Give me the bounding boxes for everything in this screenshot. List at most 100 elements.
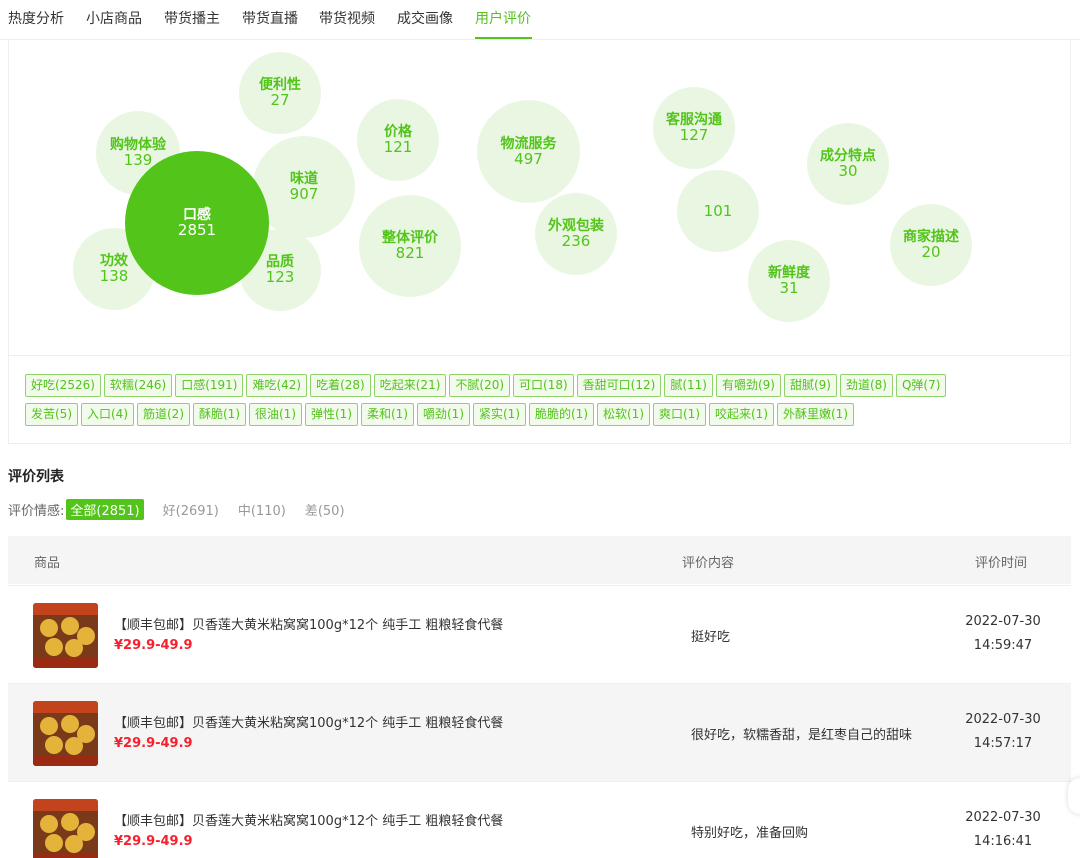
- keyword-tag[interactable]: 入口(4): [81, 403, 134, 426]
- keyword-tag[interactable]: 不腻(20): [449, 374, 511, 397]
- tab-user-reviews[interactable]: 用户评价: [475, 8, 531, 28]
- keyword-tag[interactable]: 香甜可口(12): [576, 374, 662, 397]
- sentiment-option-good[interactable]: 好(2691): [163, 500, 219, 519]
- bubble-value: 20: [921, 243, 941, 261]
- table-row[interactable]: 【顺丰包邮】贝香莲大黄米粘窝窝100g*12个 纯手工 粗粮轻食代餐 ¥29.9…: [8, 683, 1071, 781]
- column-header-time: 评价时间: [975, 556, 1028, 571]
- review-clock: 14:16:41: [973, 834, 1033, 849]
- bubble-value: 821: [395, 244, 425, 262]
- review-comment: 挺好吃: [691, 630, 731, 645]
- tab-live[interactable]: 带货直播: [242, 8, 298, 28]
- tab-heat-analysis[interactable]: 热度分析: [8, 8, 64, 28]
- bubble-value: 30: [838, 162, 858, 180]
- bubble-value: 497: [514, 149, 543, 168]
- keyword-bubble[interactable]: 整体评价 821: [359, 195, 461, 297]
- keyword-tag[interactable]: 口感(191): [175, 374, 244, 397]
- review-time: 2022-07-30 14:57:17: [958, 708, 1048, 756]
- review-keyword-panel: 便利性 27 购物体验 139 价格 121 物流服务 497 客服沟通 127 成分特点…: [8, 40, 1071, 444]
- review-date: 2022-07-30: [965, 810, 1041, 825]
- keyword-tag[interactable]: Q弹(7): [895, 374, 947, 397]
- review-comment: 很好吃，软糯香甜，是红枣自己的甜味: [691, 728, 913, 743]
- review-time: 2022-07-30 14:16:41: [958, 806, 1048, 854]
- tab-bar: 热度分析 小店商品 带货播主 带货直播 带货视频 成交画像 用户评价: [0, 0, 1080, 40]
- bubble-value: 2851: [177, 221, 217, 239]
- keyword-bubble[interactable]: 新鲜度 31: [748, 240, 830, 322]
- bubble-value: 123: [265, 268, 295, 286]
- keyword-tag[interactable]: 酥脆(1): [193, 403, 246, 426]
- review-comment: 特别好吃，准备回购: [691, 826, 809, 841]
- keyword-tag[interactable]: 脆脆的(1): [529, 403, 594, 426]
- review-clock: 14:59:47: [973, 638, 1033, 653]
- tab-anchors[interactable]: 带货播主: [164, 8, 220, 28]
- bubble-value: 27: [270, 91, 290, 109]
- keyword-tag[interactable]: 很油(1): [249, 403, 302, 426]
- keyword-tag[interactable]: 紧实(1): [473, 403, 526, 426]
- keyword-bubble[interactable]: 客服沟通 127: [653, 87, 735, 169]
- keyword-tag[interactable]: 弹性(1): [305, 403, 358, 426]
- product-thumbnail: [33, 701, 98, 766]
- keyword-tag[interactable]: 可口(18): [513, 374, 574, 397]
- keyword-tag-list: 好吃(2526) 软糯(246) 口感(191) 难吃(42) 吃着(28) 吃起来(21…: [25, 374, 1055, 432]
- bubble-value: 101: [703, 201, 733, 220]
- product-price: ¥29.9-49.9: [114, 834, 193, 849]
- review-date: 2022-07-30: [965, 712, 1041, 727]
- bubble-value: 236: [561, 232, 591, 250]
- column-header-product: 商品: [34, 556, 61, 571]
- keyword-tag[interactable]: 咬起来(1): [709, 403, 774, 426]
- active-tab-indicator: [475, 37, 532, 39]
- keyword-tag[interactable]: 劲道(8): [839, 374, 893, 397]
- keyword-tag[interactable]: 外酥里嫩(1): [777, 403, 854, 426]
- sentiment-option-all[interactable]: 全部(2851): [66, 499, 144, 520]
- keyword-tag[interactable]: 难吃(42): [246, 374, 308, 397]
- product-name[interactable]: 【顺丰包邮】贝香莲大黄米粘窝窝100g*12个 纯手工 粗粮轻食代餐: [114, 712, 503, 731]
- review-time: 2022-07-30 14:59:47: [958, 610, 1048, 658]
- keyword-bubble-primary[interactable]: 口感 2851: [125, 151, 269, 295]
- keyword-bubble[interactable]: 价格 121: [357, 99, 439, 181]
- table-row[interactable]: 【顺丰包邮】贝香莲大黄米粘窝窝100g*12个 纯手工 粗粮轻食代餐 ¥29.9…: [8, 781, 1071, 858]
- keyword-tag[interactable]: 吃起来(21): [373, 374, 447, 397]
- review-table-header: 商品 评价内容 评价时间: [8, 536, 1071, 584]
- product-price: ¥29.9-49.9: [114, 736, 193, 751]
- keyword-tag[interactable]: 软糯(246): [103, 374, 173, 397]
- keyword-tag[interactable]: 好吃(2526): [25, 374, 101, 397]
- bubble-value: 139: [123, 151, 153, 169]
- column-header-comment: 评价内容: [682, 556, 735, 571]
- keyword-tag[interactable]: 发苦(5): [25, 403, 78, 426]
- keyword-tag[interactable]: 有嚼劲(9): [715, 374, 781, 397]
- sentiment-option-neutral[interactable]: 中(110): [238, 500, 286, 519]
- keyword-bubble[interactable]: 外观包装 236: [535, 193, 617, 275]
- keyword-tag[interactable]: 腻(11): [664, 374, 713, 397]
- bubble-value: 31: [779, 279, 799, 297]
- keyword-bubble[interactable]: 物流服务 497: [477, 100, 580, 203]
- review-list-title: 评价列表: [8, 469, 64, 485]
- floating-scroll-button[interactable]: [1068, 778, 1080, 814]
- keyword-tag[interactable]: 吃着(28): [310, 374, 371, 397]
- keyword-tag[interactable]: 甜腻(9): [783, 374, 837, 397]
- keyword-bubble[interactable]: 成分特点 30: [807, 123, 889, 205]
- bubble-value: 907: [289, 185, 319, 203]
- product-thumbnail: [33, 799, 98, 858]
- keyword-tag[interactable]: 筋道(2): [137, 403, 190, 426]
- review-clock: 14:57:17: [973, 736, 1033, 751]
- tab-buyer-profile[interactable]: 成交画像: [397, 8, 453, 28]
- keyword-bubble[interactable]: 101: [677, 170, 759, 252]
- keyword-tag[interactable]: 松软(1): [597, 403, 650, 426]
- sentiment-filter-label: 评价情感:: [8, 504, 65, 519]
- product-name[interactable]: 【顺丰包邮】贝香莲大黄米粘窝窝100g*12个 纯手工 粗粮轻食代餐: [114, 810, 503, 829]
- bubble-value: 127: [679, 126, 709, 144]
- keyword-tag[interactable]: 爽口(1): [653, 403, 706, 426]
- bubble-value: 121: [383, 138, 413, 156]
- sentiment-filter: 评价情感: 全部(2851) 好(2691) 中(110) 差(50): [8, 499, 345, 520]
- bubble-value: 138: [99, 267, 129, 285]
- keyword-tag[interactable]: 嚼劲(1): [417, 403, 470, 426]
- keyword-tag[interactable]: 柔和(1): [361, 403, 414, 426]
- sentiment-option-bad[interactable]: 差(50): [305, 500, 345, 519]
- product-name[interactable]: 【顺丰包邮】贝香莲大黄米粘窝窝100g*12个 纯手工 粗粮轻食代餐: [114, 614, 503, 633]
- review-date: 2022-07-30: [965, 614, 1041, 629]
- keyword-bubble[interactable]: 便利性 27: [239, 52, 321, 134]
- keyword-bubble-cloud: 便利性 27 购物体验 139 价格 121 物流服务 497 客服沟通 127 成分特点…: [9, 40, 1070, 356]
- tab-videos[interactable]: 带货视频: [319, 8, 375, 28]
- keyword-bubble[interactable]: 商家描述 20: [890, 204, 972, 286]
- tab-shop-products[interactable]: 小店商品: [86, 8, 142, 28]
- table-row[interactable]: 【顺丰包邮】贝香莲大黄米粘窝窝100g*12个 纯手工 粗粮轻食代餐 ¥29.9…: [8, 585, 1071, 683]
